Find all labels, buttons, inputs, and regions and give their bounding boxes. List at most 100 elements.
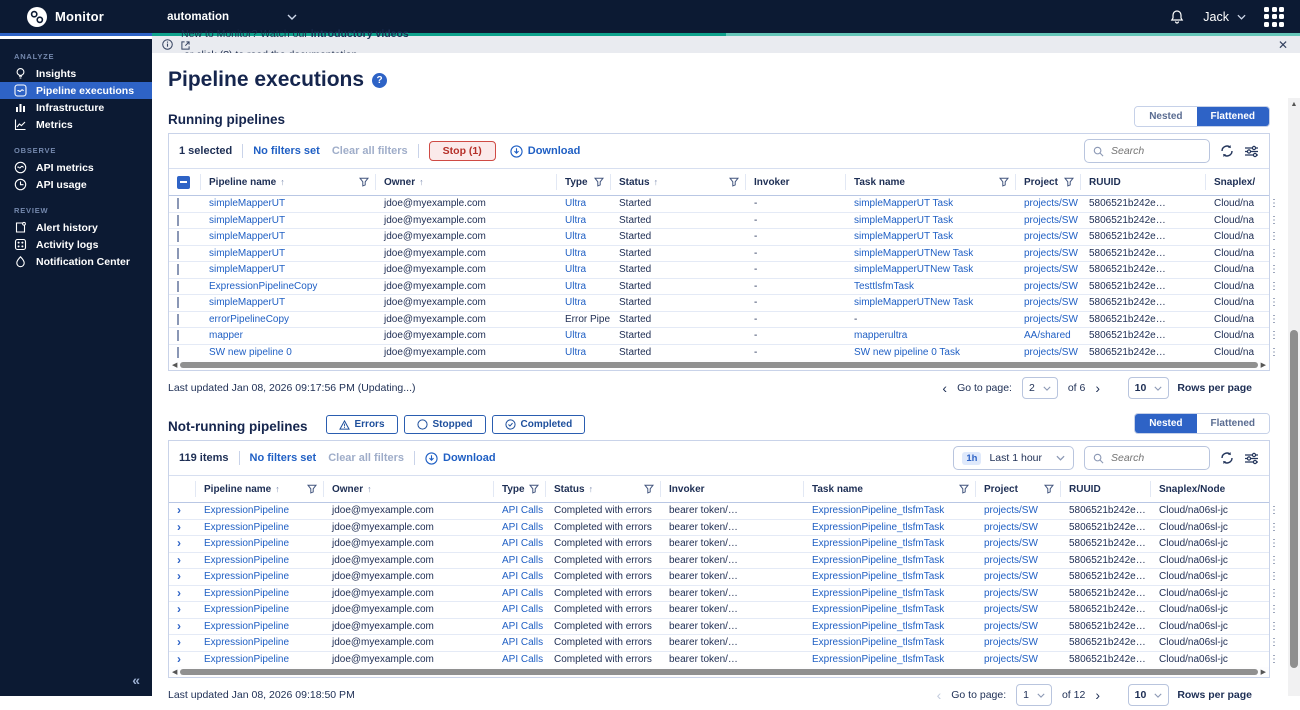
notifications-bell-icon[interactable] bbox=[1169, 9, 1185, 25]
prev-page-icon[interactable]: ‹ bbox=[937, 688, 942, 702]
pipeline-name-link[interactable]: mapper bbox=[209, 330, 243, 341]
not-running-flattened-toggle[interactable]: Flattened bbox=[1196, 414, 1269, 433]
row-menu-kebab-icon[interactable]: ⋮ bbox=[1269, 555, 1283, 566]
table-row[interactable]: mapper jdoe@myexample.com Ultra Started - map… bbox=[169, 328, 1279, 345]
row-menu-kebab-icon[interactable]: ⋮ bbox=[1269, 281, 1283, 292]
type-cell[interactable]: API Calls bbox=[502, 505, 543, 516]
pipeline-name-link[interactable]: ExpressionPipeline bbox=[204, 621, 289, 632]
type-cell[interactable]: Ultra bbox=[565, 297, 586, 308]
row-menu-kebab-icon[interactable]: ⋮ bbox=[1269, 248, 1283, 259]
type-cell[interactable]: Ultra bbox=[565, 231, 586, 242]
task-name-cell[interactable]: simpleMapperUTNew Task bbox=[854, 248, 973, 259]
row-menu-kebab-icon[interactable]: ⋮ bbox=[1269, 571, 1283, 582]
scroll-up-icon[interactable]: ▲ bbox=[1291, 101, 1298, 108]
banner-close-icon[interactable]: ✕ bbox=[1278, 39, 1288, 51]
running-page-select[interactable]: 2 bbox=[1021, 377, 1058, 399]
task-name-cell[interactable]: ExpressionPipeline_tlsfmTask bbox=[812, 637, 944, 648]
table-settings-sliders-icon[interactable] bbox=[1244, 452, 1259, 465]
task-name-cell[interactable]: simpleMapperUT Task bbox=[854, 198, 953, 209]
help-icon[interactable]: ? bbox=[372, 72, 388, 88]
filter-funnel-icon[interactable] bbox=[307, 484, 317, 494]
table-settings-sliders-icon[interactable] bbox=[1244, 145, 1259, 158]
pipeline-name-link[interactable]: ExpressionPipeline bbox=[204, 637, 289, 648]
sidebar-item-notification-center[interactable]: Notification Center bbox=[0, 253, 152, 270]
sidebar-item-alert-history[interactable]: Alert history bbox=[0, 219, 152, 236]
type-cell[interactable]: API Calls bbox=[502, 588, 543, 599]
sort-ascending-icon[interactable]: ↑ bbox=[275, 484, 280, 494]
expand-row-icon[interactable]: › bbox=[177, 636, 181, 649]
expand-row-icon[interactable]: › bbox=[177, 521, 181, 534]
task-name-cell[interactable]: ExpressionPipeline_tlsfmTask bbox=[812, 538, 944, 549]
expand-row-icon[interactable]: › bbox=[177, 653, 181, 666]
row-menu-kebab-icon[interactable]: ⋮ bbox=[1269, 215, 1283, 226]
task-name-cell[interactable]: TesttlsfmTask bbox=[854, 281, 914, 292]
project-link[interactable]: projects/SW bbox=[1024, 297, 1078, 308]
pipeline-name-link[interactable]: ExpressionPipeline bbox=[204, 505, 289, 516]
type-cell[interactable]: Ultra bbox=[565, 248, 586, 259]
project-link[interactable]: projects/SW bbox=[1024, 281, 1078, 292]
sort-ascending-icon[interactable]: ↑ bbox=[367, 484, 372, 494]
expand-row-icon[interactable]: › bbox=[177, 570, 181, 583]
org-selector-dropdown[interactable]: automation bbox=[167, 11, 297, 23]
pipeline-name-link[interactable]: simpleMapperUT bbox=[209, 215, 285, 226]
next-page-icon[interactable]: › bbox=[1095, 688, 1100, 702]
filter-funnel-icon[interactable] bbox=[999, 177, 1009, 187]
type-cell[interactable]: API Calls bbox=[502, 621, 543, 632]
table-row[interactable]: › ExpressionPipeline jdoe@myexample.com API… bbox=[169, 619, 1279, 635]
row-menu-kebab-icon[interactable]: ⋮ bbox=[1269, 588, 1283, 599]
column-header-owner[interactable]: Owner ↑ bbox=[376, 174, 557, 190]
time-range-dropdown[interactable]: 1h Last 1 hour bbox=[953, 446, 1074, 470]
errors-filter-button[interactable]: Errors bbox=[325, 415, 398, 434]
type-cell[interactable]: Ultra bbox=[565, 281, 586, 292]
task-name-cell[interactable]: simpleMapperUT Task bbox=[854, 215, 953, 226]
filter-funnel-icon[interactable] bbox=[594, 177, 604, 187]
row-menu-kebab-icon[interactable]: ⋮ bbox=[1269, 198, 1283, 209]
expand-row-icon[interactable]: › bbox=[177, 504, 181, 517]
no-filters-set-button[interactable]: No filters set bbox=[250, 452, 317, 464]
column-header-invoker[interactable]: Invoker bbox=[746, 174, 846, 190]
not-running-page-select[interactable]: 1 bbox=[1016, 684, 1052, 706]
row-checkbox[interactable] bbox=[177, 280, 179, 292]
table-row[interactable]: simpleMapperUT jdoe@myexample.com Ultra Sta… bbox=[169, 262, 1279, 279]
project-link[interactable]: projects/SW bbox=[984, 654, 1038, 665]
task-name-cell[interactable]: ExpressionPipeline_tlsfmTask bbox=[812, 621, 944, 632]
project-link[interactable]: projects/SW bbox=[1024, 215, 1078, 226]
task-name-cell[interactable]: simpleMapperUT Task bbox=[854, 231, 953, 242]
pipeline-name-link[interactable]: ExpressionPipeline bbox=[204, 654, 289, 665]
project-link[interactable]: projects/SW bbox=[1024, 248, 1078, 259]
filter-funnel-icon[interactable] bbox=[1044, 484, 1054, 494]
table-row[interactable]: simpleMapperUT jdoe@myexample.com Ultra Sta… bbox=[169, 229, 1279, 246]
project-link[interactable]: projects/SW bbox=[984, 621, 1038, 632]
pipeline-name-link[interactable]: ExpressionPipeline bbox=[204, 571, 289, 582]
type-cell[interactable]: Ultra bbox=[565, 330, 586, 341]
row-checkbox[interactable] bbox=[177, 297, 179, 309]
user-menu[interactable]: Jack bbox=[1203, 10, 1246, 24]
project-link[interactable]: projects/SW bbox=[984, 555, 1038, 566]
sidebar-item-infrastructure[interactable]: Infrastructure bbox=[0, 99, 152, 116]
project-link[interactable]: projects/SW bbox=[1024, 314, 1078, 325]
column-header-task-name[interactable]: Task name bbox=[846, 174, 1016, 190]
running-nested-toggle[interactable]: Nested bbox=[1135, 107, 1197, 126]
row-checkbox[interactable] bbox=[177, 346, 179, 358]
type-cell[interactable]: API Calls bbox=[502, 637, 543, 648]
column-header-pipeline-name[interactable]: Pipeline name ↑ bbox=[201, 174, 376, 190]
task-name-cell[interactable]: mapperultra bbox=[854, 330, 907, 341]
table-row[interactable]: › ExpressionPipeline jdoe@myexample.com API… bbox=[169, 503, 1279, 520]
scrollbar-thumb[interactable] bbox=[1290, 330, 1298, 668]
app-switcher-grid-icon[interactable] bbox=[1264, 6, 1284, 27]
column-header-owner[interactable]: Owner ↑ bbox=[324, 481, 494, 497]
scrollbar-thumb[interactable] bbox=[180, 669, 1258, 675]
column-header-invoker[interactable]: Invoker bbox=[661, 481, 804, 497]
running-rows-per-page-select[interactable]: 10 bbox=[1127, 377, 1170, 399]
sort-ascending-icon[interactable]: ↑ bbox=[589, 484, 594, 494]
row-checkbox[interactable] bbox=[177, 198, 179, 210]
pipeline-name-link[interactable]: simpleMapperUT bbox=[209, 231, 285, 242]
type-cell[interactable]: API Calls bbox=[502, 538, 543, 549]
download-button[interactable]: Download bbox=[425, 451, 496, 465]
sidebar-collapse-icon[interactable]: « bbox=[132, 672, 140, 688]
pipeline-name-link[interactable]: SW new pipeline 0 bbox=[209, 347, 292, 358]
sidebar-item-api-metrics[interactable]: API metrics bbox=[0, 159, 152, 176]
pipeline-name-link[interactable]: simpleMapperUT bbox=[209, 198, 285, 209]
table-row[interactable]: simpleMapperUT jdoe@myexample.com Ultra Sta… bbox=[169, 295, 1279, 312]
scroll-right-icon[interactable]: ▶ bbox=[1261, 362, 1266, 369]
